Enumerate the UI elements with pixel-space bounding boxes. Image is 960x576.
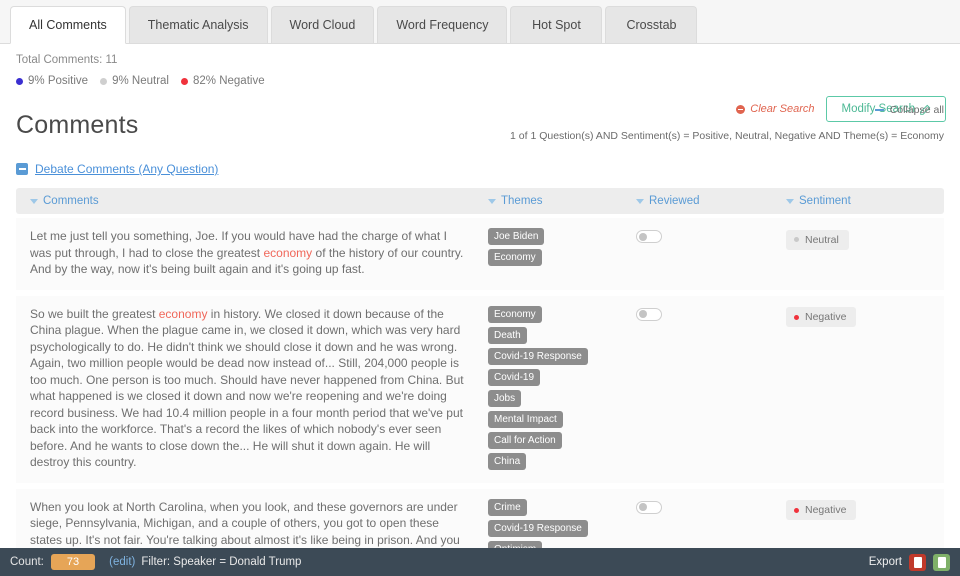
theme-tags: Joe Biden Economy xyxy=(488,228,636,278)
reviewed-toggle[interactable] xyxy=(636,307,662,321)
tab-word-frequency[interactable]: Word Frequency xyxy=(377,6,508,43)
sentiment-dot-icon xyxy=(794,507,799,513)
sentiment-legend: 9% Positive 9% Neutral 82% Negative xyxy=(16,75,944,87)
theme-tag[interactable]: Crime xyxy=(488,498,527,516)
theme-tag[interactable]: Covid-19 Response xyxy=(488,519,588,537)
sentiment-label: Neutral xyxy=(805,233,839,246)
table-row: Let me just tell you something, Joe. If … xyxy=(16,218,944,296)
count-badge: 73 xyxy=(50,554,96,570)
export-label: Export xyxy=(868,556,902,568)
page-title: Comments xyxy=(16,111,139,139)
total-comments-label: Total Comments: 11 xyxy=(16,54,118,66)
legend-dot-icon xyxy=(100,77,108,85)
theme-tag[interactable]: Mental Impact xyxy=(488,410,563,428)
comment-text-segment: in history. We closed it down because of… xyxy=(30,306,464,470)
reviewed-cell xyxy=(636,306,786,471)
edit-filter-link[interactable]: (edit) xyxy=(109,556,135,568)
export-pdf-icon[interactable] xyxy=(909,553,926,571)
tab-word-cloud[interactable]: Word Cloud xyxy=(270,6,375,43)
legend-item: 9% Positive xyxy=(16,75,88,87)
theme-tag[interactable]: Joe Biden xyxy=(488,228,545,245)
status-bar: Count: 73 (edit) Filter: Speaker = Donal… xyxy=(0,548,960,576)
sentiment-dot-icon xyxy=(794,237,799,242)
comment-group-header: Debate Comments (Any Question) xyxy=(0,140,960,188)
collapse-all-button[interactable]: Collapse all xyxy=(874,104,944,116)
theme-tag[interactable]: Covid-19 Response xyxy=(488,347,588,365)
legend-item: 9% Neutral xyxy=(100,75,169,87)
count-label: Count: xyxy=(10,556,44,568)
filter-icon xyxy=(30,198,38,204)
theme-tag[interactable]: Death xyxy=(488,326,527,344)
column-header-themes[interactable]: Themes xyxy=(488,195,636,207)
legend-dot-icon xyxy=(180,77,188,85)
filter-icon xyxy=(636,198,644,204)
filter-icon xyxy=(488,198,496,204)
sentiment-label: Negative xyxy=(805,504,847,516)
sentiment-badge: Negative xyxy=(786,307,857,327)
stats-strip: Total Comments: 11 9% Positive 9% Neutral… xyxy=(0,44,960,142)
tab-crosstab[interactable]: Crosstab xyxy=(605,6,698,43)
export-controls: Export xyxy=(868,553,950,571)
theme-tag[interactable]: Jobs xyxy=(488,389,522,407)
tab-bar: All Comments Thematic Analysis Word Cloud W… xyxy=(0,0,960,44)
minus-icon xyxy=(874,109,884,111)
legend-item: 82% Negative xyxy=(180,75,265,87)
column-header-comments[interactable]: Comments xyxy=(16,195,488,207)
tab-hot-spot[interactable]: Hot Spot xyxy=(510,6,603,43)
sentiment-badge: Neutral xyxy=(786,229,849,250)
comments-table: Comments Themes Reviewed Sentiment Let m… xyxy=(0,188,960,576)
sentiment-cell: Neutral xyxy=(786,228,944,278)
tab-thematic-analysis[interactable]: Thematic Analysis xyxy=(128,6,268,43)
table-body: Let me just tell you something, Joe. If … xyxy=(16,218,944,576)
reviewed-toggle[interactable] xyxy=(636,230,662,243)
theme-tag[interactable]: Call for Action xyxy=(488,431,562,449)
legend-dot-icon xyxy=(16,77,23,85)
highlighted-term: economy xyxy=(158,306,208,321)
column-header-sentiment-label: Sentiment xyxy=(799,195,851,207)
theme-tag[interactable]: Covid-19 xyxy=(488,368,541,386)
column-header-themes-label: Themes xyxy=(501,195,543,207)
export-excel-icon[interactable] xyxy=(933,553,950,571)
highlighted-term: economy xyxy=(263,245,313,260)
legend-label: 9% Positive xyxy=(28,75,89,87)
legend-label: 9% Neutral xyxy=(112,75,169,87)
legend-label: 82% Negative xyxy=(192,75,265,87)
column-header-reviewed-label: Reviewed xyxy=(649,195,700,207)
tab-all-comments[interactable]: All Comments xyxy=(10,6,126,44)
table-row: So we built the greatest economy in hist… xyxy=(16,295,944,489)
sentiment-cell: Negative xyxy=(786,306,944,471)
comment-text: So we built the greatest economy in hist… xyxy=(16,306,488,471)
theme-tag[interactable]: Economy xyxy=(488,249,542,266)
comment-text-segment: So we built the greatest xyxy=(30,306,159,321)
filter-icon xyxy=(786,198,794,204)
sentiment-dot-icon xyxy=(794,314,799,320)
reviewed-toggle[interactable] xyxy=(636,500,662,514)
table-header-row: Comments Themes Reviewed Sentiment xyxy=(16,188,944,214)
filter-description: Filter: Speaker = Donald Trump xyxy=(141,556,302,568)
group-collapse-toggle-icon[interactable] xyxy=(16,163,28,175)
sentiment-badge: Negative xyxy=(786,500,857,520)
collapse-all-label: Collapse all xyxy=(889,104,944,116)
sentiment-label: Negative xyxy=(805,311,847,323)
column-header-comments-label: Comments xyxy=(43,195,99,207)
group-link[interactable]: Debate Comments (Any Question) xyxy=(35,162,218,176)
theme-tag[interactable]: China xyxy=(488,452,527,470)
comments-header: Comments Collapse all xyxy=(0,97,960,140)
column-header-reviewed[interactable]: Reviewed xyxy=(636,195,786,207)
column-header-sentiment[interactable]: Sentiment xyxy=(786,195,944,207)
theme-tags: Economy Death Covid-19 Response Covid-19 Job… xyxy=(488,305,636,471)
comment-text: Let me just tell you something, Joe. If … xyxy=(16,228,488,278)
reviewed-cell xyxy=(636,228,786,278)
theme-tag[interactable]: Economy xyxy=(488,305,542,323)
